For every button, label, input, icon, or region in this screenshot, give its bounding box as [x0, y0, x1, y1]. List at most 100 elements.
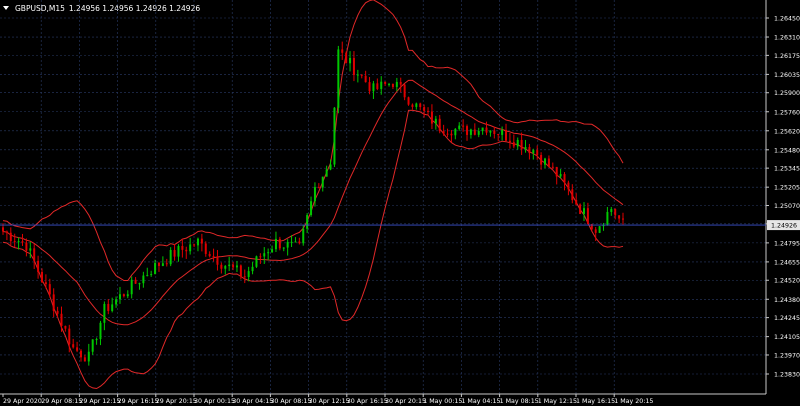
candle	[356, 69, 359, 83]
candle-body	[489, 130, 492, 133]
candle-body	[317, 187, 320, 189]
candle	[407, 96, 410, 106]
candle	[372, 80, 375, 99]
candle	[189, 237, 192, 255]
candle	[508, 132, 511, 149]
candle-body	[427, 110, 430, 112]
candle-body	[21, 241, 24, 243]
price-label: 1.26310	[774, 35, 800, 42]
candle	[247, 266, 250, 282]
candle	[126, 290, 129, 299]
candle-body	[118, 294, 121, 300]
candle	[64, 325, 67, 332]
candle-body	[91, 339, 94, 352]
candle-body	[181, 246, 184, 250]
time-label: 29 Apr 16:15	[118, 398, 159, 405]
candle-body	[349, 57, 352, 64]
candle-body	[321, 176, 324, 188]
chart-canvas[interactable]: 1.26450 1.26310 1.26175 1.26035 1.25900 1.257…	[0, 0, 800, 406]
candle-body	[544, 158, 547, 165]
candle-body	[228, 264, 231, 267]
candle-body	[329, 164, 332, 170]
candle-body	[466, 126, 469, 135]
time-label: 1 May 16:15	[576, 398, 615, 405]
candle	[540, 152, 543, 170]
candle-body	[399, 81, 402, 85]
candle-body	[403, 84, 406, 98]
candle-body	[193, 244, 196, 246]
candle-body	[516, 139, 519, 147]
candle	[516, 137, 519, 150]
candle-body	[294, 241, 297, 243]
candle-body	[391, 83, 394, 87]
candle	[579, 203, 582, 215]
candle-body	[563, 174, 566, 183]
candle-body	[567, 182, 570, 190]
candle	[469, 128, 472, 139]
candle-body	[434, 118, 437, 124]
candle	[220, 262, 223, 274]
candle	[497, 133, 500, 142]
candle	[317, 183, 320, 189]
candle-body	[64, 325, 67, 329]
candle-body	[458, 125, 461, 129]
candle	[501, 126, 504, 141]
current-price-label: 1.24926	[771, 223, 797, 230]
price-label: 1.24795	[774, 240, 800, 247]
candle-body	[157, 262, 160, 266]
candle-body	[536, 150, 539, 156]
candle-body	[243, 276, 246, 278]
candle	[274, 231, 277, 252]
candle	[40, 268, 43, 283]
price-label: 1.25345	[774, 166, 800, 173]
candle	[446, 128, 449, 138]
candle-body	[251, 266, 254, 272]
candle	[87, 343, 90, 366]
candle-body	[111, 304, 114, 311]
candle-body	[146, 275, 149, 277]
price-label: 1.25760	[774, 109, 800, 116]
candle-body	[40, 271, 43, 283]
candle-body	[115, 299, 118, 305]
candle	[306, 213, 309, 234]
candle-body	[606, 211, 609, 225]
candle-body	[220, 264, 223, 269]
time-label: 29 Apr 12:15	[79, 398, 120, 405]
candle	[200, 233, 203, 252]
candle-body	[415, 103, 418, 107]
candle	[493, 126, 496, 139]
candle	[235, 260, 238, 273]
candle-body	[274, 238, 277, 250]
candle	[512, 134, 515, 149]
candle-body	[473, 129, 476, 135]
candle-body	[512, 142, 515, 147]
candle	[481, 127, 484, 135]
candle	[79, 349, 82, 362]
candle-body	[278, 238, 281, 249]
time-label: 1 May 04:15	[461, 398, 500, 405]
candle-body	[520, 139, 523, 150]
candle	[282, 247, 285, 252]
candle	[52, 288, 55, 318]
candle	[161, 256, 164, 267]
candle-body	[68, 328, 71, 345]
candle	[380, 76, 383, 95]
price-chart[interactable]: GBPUSD,M15 1.24956 1.24956 1.24926 1.249…	[0, 0, 800, 406]
candle	[91, 339, 94, 355]
candle-body	[142, 275, 145, 284]
time-label: 29 Apr 20:15	[156, 398, 197, 405]
time-label: 30 Apr 04:15	[232, 398, 273, 405]
candle	[118, 286, 121, 304]
time-label: 1 May 12:15	[538, 398, 577, 405]
candle-body	[185, 249, 188, 252]
candle-body	[5, 231, 8, 233]
candle-body	[442, 131, 445, 134]
grid	[0, 0, 766, 394]
candle-body	[79, 350, 82, 358]
candle	[368, 76, 371, 95]
candle	[528, 143, 531, 160]
candle-body	[306, 215, 309, 229]
price-label: 1.24380	[774, 297, 800, 304]
candle-body	[341, 49, 344, 53]
bollinger-bands	[2, 0, 624, 390]
